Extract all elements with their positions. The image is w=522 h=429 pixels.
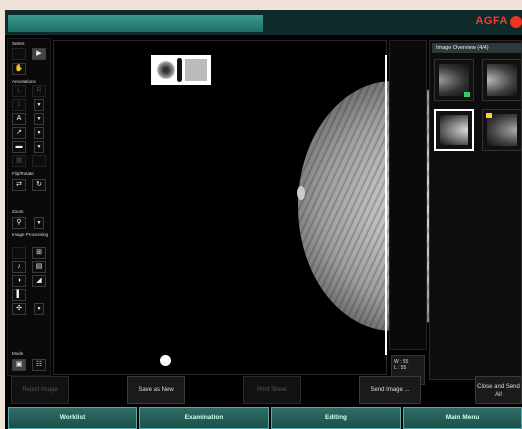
title-gradient xyxy=(8,15,263,32)
close-and-send-all-button[interactable]: Close and Send All xyxy=(475,376,522,404)
thumbnail-3[interactable] xyxy=(434,109,474,151)
level-value: L : 55 xyxy=(394,365,407,371)
mode-monitor-icon[interactable]: ▣ xyxy=(12,359,26,371)
move-icon[interactable]: ✣ xyxy=(12,303,26,315)
section-annotations-label: Annotations xyxy=(12,79,36,84)
annot-l-button[interactable]: L xyxy=(12,85,26,97)
processing-empty-button[interactable] xyxy=(12,247,26,259)
crop-icon[interactable]: ⊞ xyxy=(32,247,46,259)
viewport-edge-line xyxy=(385,55,387,355)
section-mode-label: Mode xyxy=(12,351,24,356)
dropdown-arrow-icon[interactable]: ▼ xyxy=(34,113,44,125)
brand-logo: AGFA xyxy=(475,15,508,27)
ruler-tool-icon[interactable]: ▬ xyxy=(12,141,26,153)
position-marker xyxy=(160,355,171,366)
agfa-app-window: AGFA Select ▶ ✋ Annotations L R 1 ▼ A ▼ … xyxy=(5,10,522,429)
hand-tool-icon[interactable]: ✋ xyxy=(12,63,26,75)
send-image-button[interactable]: Send Image ... xyxy=(359,376,421,404)
section-select-label: Select xyxy=(12,41,25,46)
rotate-icon[interactable]: ↻ xyxy=(32,179,46,191)
status-badge xyxy=(464,92,470,97)
text-tool-icon[interactable]: A xyxy=(12,113,26,125)
tool-panel: Select ▶ ✋ Annotations L R 1 ▼ A ▼ ↗ ▼ ▬… xyxy=(7,38,51,376)
section-flip-rotate-label: Flip/Rotate xyxy=(12,171,34,176)
tab-main-menu[interactable]: Main Menu xyxy=(403,407,522,429)
dropdown-arrow-icon[interactable]: ▼ xyxy=(34,217,44,229)
info-strip xyxy=(389,40,427,350)
tab-editing[interactable]: Editing xyxy=(271,407,401,429)
brand-logo-icon xyxy=(510,16,522,28)
select-empty-button[interactable] xyxy=(12,48,26,60)
zoom-icon[interactable]: ⚲ xyxy=(12,217,26,229)
tab-worklist[interactable]: Worklist xyxy=(8,407,137,429)
section-image-processing-label: Image Processing xyxy=(12,232,49,237)
close-send-label-2: All xyxy=(495,392,502,398)
tab-examination[interactable]: Examination xyxy=(139,407,269,429)
image-overview-panel: Image Overview (4/4) xyxy=(429,40,522,380)
dropdown-arrow-icon[interactable]: ▼ xyxy=(34,99,44,111)
dropdown-arrow-icon[interactable]: ▼ xyxy=(34,127,44,139)
thumbnail-2[interactable] xyxy=(482,59,522,101)
arrow-tool-icon[interactable]: ↗ xyxy=(12,127,26,139)
reject-image-button[interactable]: Reject Image xyxy=(11,376,69,404)
dropdown-arrow-icon[interactable]: ▼ xyxy=(34,303,44,315)
annot-marker-button[interactable]: 1 xyxy=(12,99,26,111)
title-bar: AGFA xyxy=(5,10,522,35)
music-note-icon[interactable]: ♪ xyxy=(12,261,26,273)
overview-title: Image Overview (4/4) xyxy=(432,43,522,53)
image-viewport[interactable] xyxy=(53,40,488,375)
grid-tool-icon[interactable]: ▦ xyxy=(12,155,26,167)
section-zoom-label: Zoom xyxy=(12,209,24,214)
print-sheet-button[interactable]: Print Sheet xyxy=(243,376,301,404)
image-label-chip xyxy=(151,55,211,85)
thumbnail-4[interactable] xyxy=(482,109,522,151)
flip-icon[interactable]: ⇄ xyxy=(12,179,26,191)
mode-print-icon[interactable]: ☷ xyxy=(32,359,46,371)
shutter-icon[interactable]: ▌ xyxy=(12,289,26,301)
close-send-label-1: Close and Send xyxy=(477,384,520,390)
mammogram-nipple xyxy=(297,186,305,200)
disabled-tool-icon[interactable] xyxy=(32,155,46,167)
contrast-icon[interactable]: ◑ xyxy=(12,275,26,287)
curve-icon[interactable]: ◢ xyxy=(32,275,46,287)
warning-icon xyxy=(486,113,492,118)
dropdown-arrow-icon[interactable]: ▼ xyxy=(34,141,44,153)
pointer-tool-button[interactable]: ▶ xyxy=(32,48,46,60)
thumbnail-1[interactable] xyxy=(434,59,474,101)
histogram-icon[interactable]: ▤ xyxy=(32,261,46,273)
annot-r-button[interactable]: R xyxy=(32,85,46,97)
save-as-new-button[interactable]: Save as New xyxy=(127,376,185,404)
